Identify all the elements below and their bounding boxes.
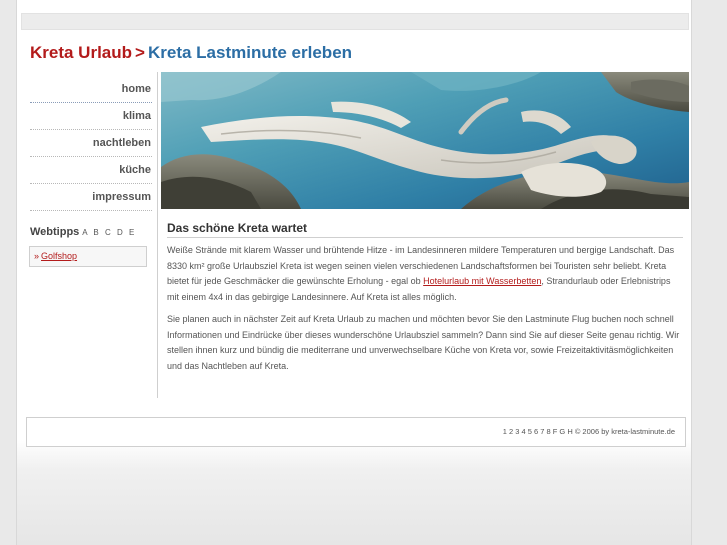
webtipps-heading: Webtipps A B C D E	[30, 226, 136, 238]
content-paragraph-2: Sie planen auch in nächster Zeit auf Kre…	[167, 314, 680, 371]
nav-item-impressum[interactable]: impressum	[30, 184, 152, 211]
webtipps-box: » Golfshop	[29, 246, 147, 267]
page-title: Kreta Urlaub > Kreta Lastminute erleben	[30, 43, 352, 63]
nav-item-klima[interactable]: klima	[30, 103, 152, 130]
footer: 1 2 3 4 5 6 7 8 F G H © 2006 by kreta-la…	[26, 417, 686, 447]
page-container: Kreta Urlaub > Kreta Lastminute erleben ho…	[16, 0, 692, 545]
title-separator: >	[135, 43, 145, 62]
bullet-icon: »	[34, 251, 40, 261]
top-bar	[21, 13, 689, 30]
sidebar-divider	[157, 72, 158, 398]
main-content: Das schöne Kreta wartet Weiße Strände mi…	[167, 221, 683, 374]
golfshop-link[interactable]: Golfshop	[41, 251, 77, 261]
nav-item-home[interactable]: home	[30, 76, 152, 103]
nav-item-nachtleben[interactable]: nachtleben	[30, 130, 152, 157]
webtipps-label: Webtipps	[30, 226, 80, 238]
title-kreta-urlaub: Kreta Urlaub	[30, 43, 133, 62]
sidebar-nav: home klima nachtleben küche impressum	[30, 76, 152, 211]
footer-text[interactable]: 1 2 3 4 5 6 7 8 F G H © 2006 by kreta-la…	[503, 427, 675, 436]
webtipps-letters[interactable]: A B C D E	[82, 228, 136, 237]
nav-item-kueche[interactable]: küche	[30, 157, 152, 184]
content-paragraph-1: Weiße Strände mit klarem Wasser und brüh…	[167, 243, 683, 305]
hotelurlaub-link[interactable]: Hotelurlaub mit Wasserbetten	[423, 276, 541, 286]
content-heading: Das schöne Kreta wartet	[167, 221, 683, 238]
title-kreta-lastminute: Kreta Lastminute erleben	[147, 43, 353, 62]
hero-image	[161, 72, 689, 209]
driftwood-beach-photo-icon	[161, 72, 689, 209]
